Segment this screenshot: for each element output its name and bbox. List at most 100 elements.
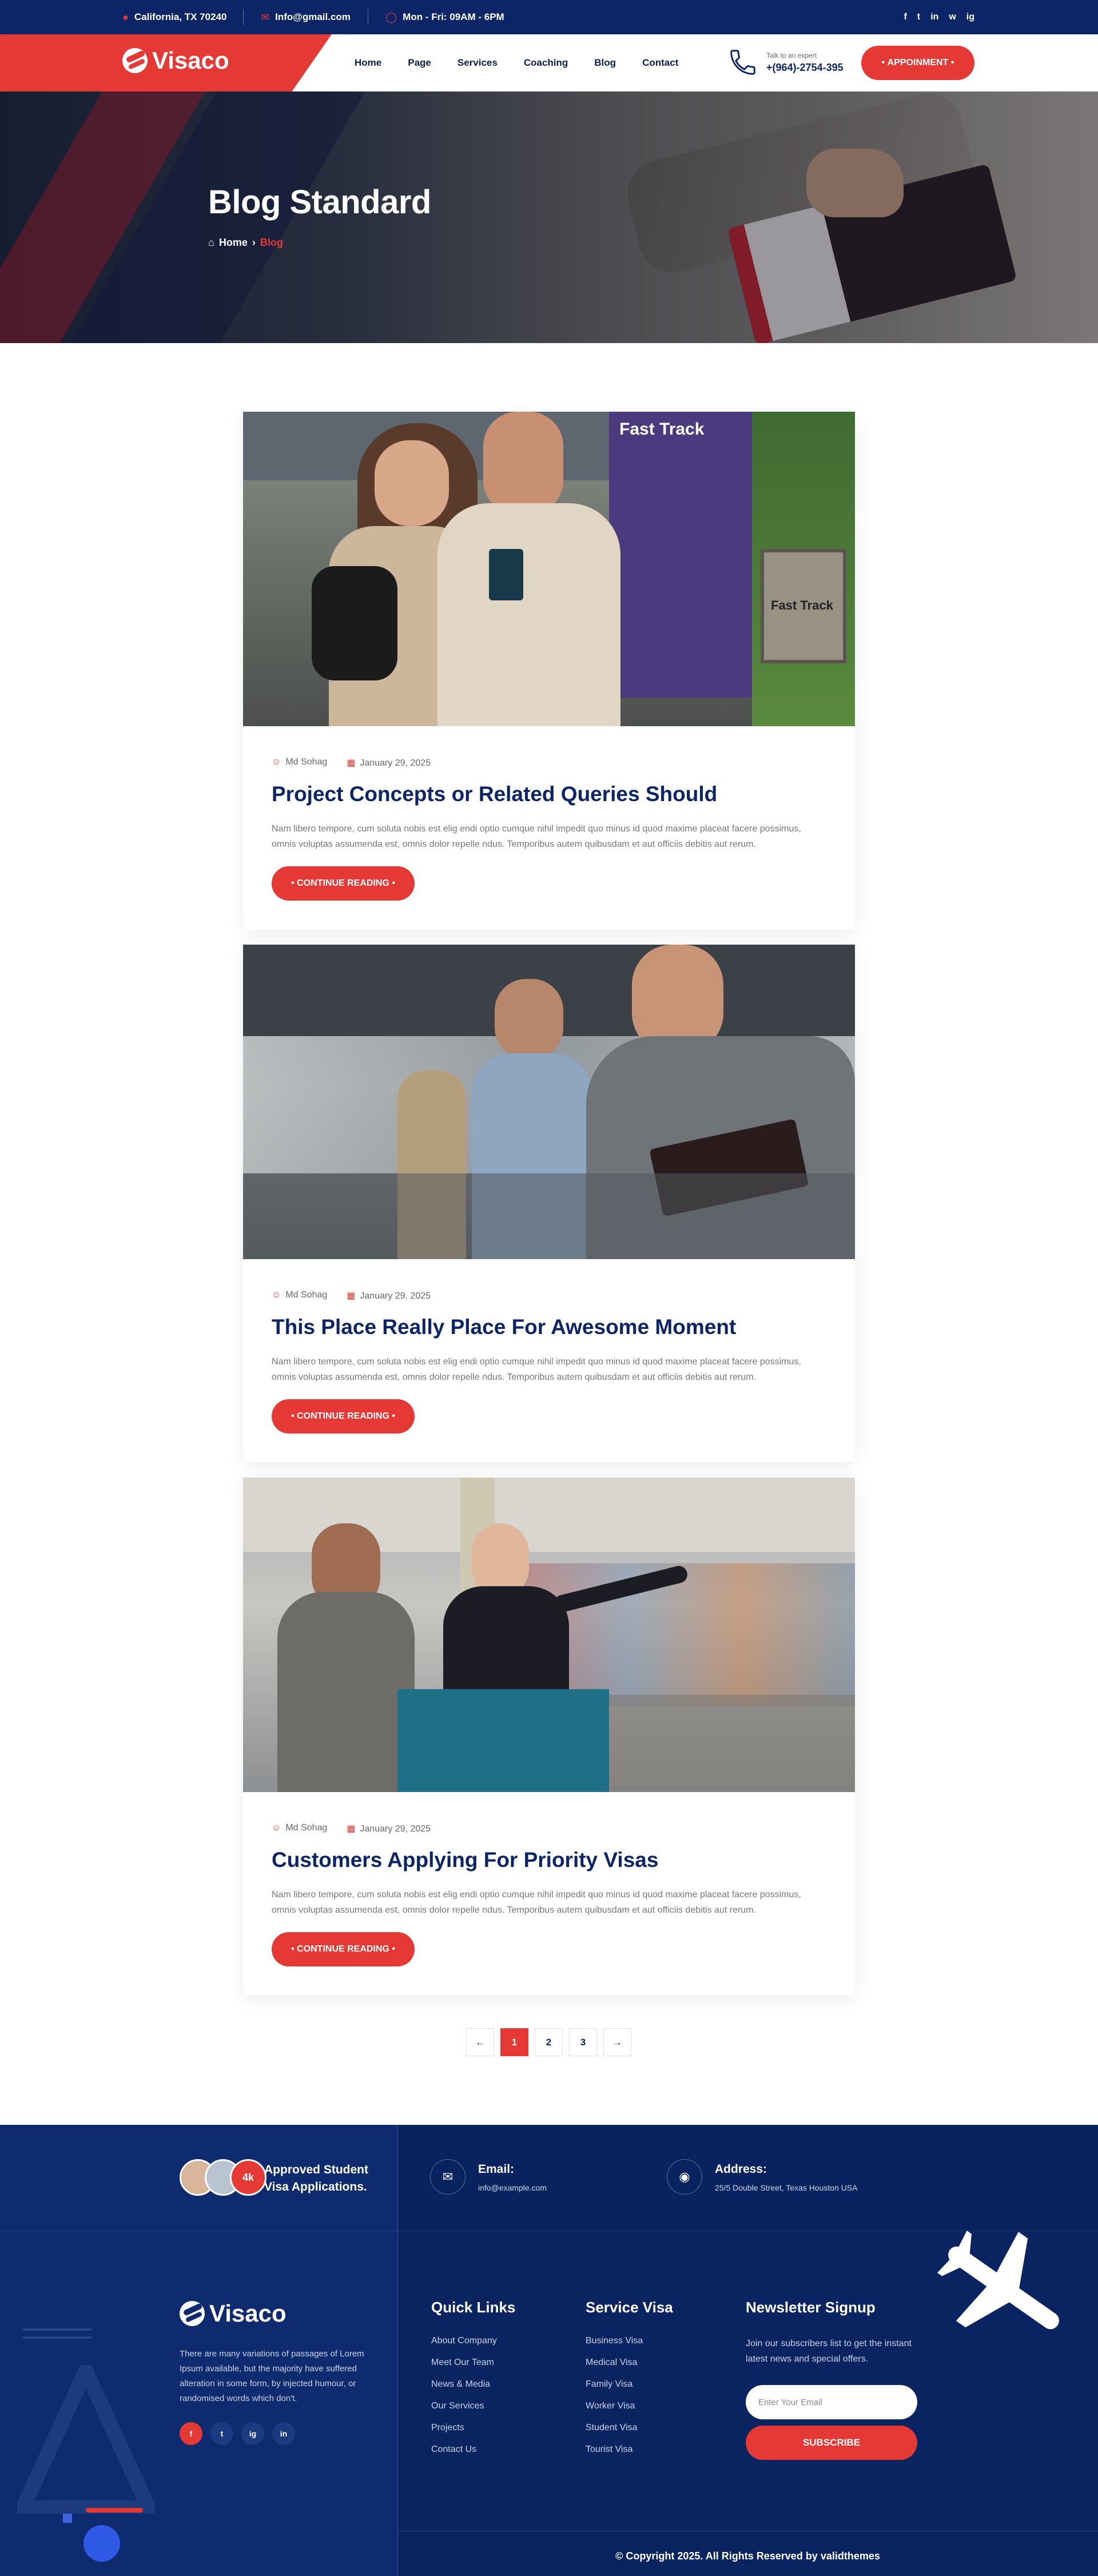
page-button-2[interactable]: 2 xyxy=(535,2028,563,2056)
instagram-icon[interactable]: ig xyxy=(966,12,974,22)
post-author[interactable]: ☺ Md Sohag xyxy=(272,1290,327,1301)
post-title[interactable]: This Place Really Place For Awesome Mome… xyxy=(272,1315,736,1339)
post-title[interactable]: Project Concepts or Related Queries Shou… xyxy=(272,782,717,806)
map-pin-icon: ◉ xyxy=(667,2159,702,2195)
envelope-icon: ✉ xyxy=(261,11,270,23)
service-link[interactable]: Family Visa xyxy=(586,2379,673,2401)
logo-text: Visaco xyxy=(152,47,229,74)
calendar-icon: ▦ xyxy=(347,758,356,768)
facebook-icon[interactable]: f xyxy=(904,12,906,22)
quick-link[interactable]: Projects xyxy=(431,2423,515,2444)
bullet-icon: • xyxy=(948,58,954,67)
quick-link[interactable]: About Company xyxy=(431,2336,515,2358)
bullet-icon: • xyxy=(389,878,395,888)
address-label: Address: xyxy=(715,2163,767,2176)
service-link[interactable]: Student Visa xyxy=(586,2423,673,2444)
hours-info: ◯ Mon - Fri: 09AM - 6PM xyxy=(385,0,504,34)
footer-about: There are many variations of passages of… xyxy=(180,2349,364,2403)
quick-links: Quick Links About Company Meet Our Team … xyxy=(431,2299,515,2466)
chevron-right-icon: › xyxy=(252,237,256,248)
site-logo[interactable]: Visaco xyxy=(122,47,229,74)
whatsapp-icon[interactable]: w xyxy=(949,12,956,22)
breadcrumb-home[interactable]: Home xyxy=(219,237,248,249)
post-image[interactable]: Fast Track Fast Track xyxy=(243,412,855,726)
post-image[interactable] xyxy=(243,1478,855,1792)
students-count: 4k xyxy=(230,2159,266,2196)
footer-logo[interactable]: Visaco xyxy=(180,2300,287,2327)
next-page-button[interactable]: → xyxy=(603,2028,631,2056)
nav-item-services[interactable]: Services xyxy=(458,57,498,69)
linkedin-icon[interactable]: in xyxy=(272,2422,295,2445)
blog-post-card: ☺ Md Sohag ▦ January 29, 2025 Customers Ap… xyxy=(243,1478,855,1995)
instagram-icon[interactable]: ig xyxy=(241,2422,264,2445)
logo-icon xyxy=(180,2301,205,2326)
post-author[interactable]: ☺ Md Sohag xyxy=(272,757,327,769)
footer-logo-text: Visaco xyxy=(209,2300,287,2327)
deco-circle xyxy=(83,2525,120,2562)
nav-item-blog[interactable]: Blog xyxy=(594,57,616,69)
newsletter: Newsletter Signup Join our subscribers l… xyxy=(746,2299,923,2367)
appointment-label: APPOINMENT xyxy=(887,58,949,67)
agent-jacket-shape xyxy=(443,1586,569,1701)
divider xyxy=(397,2125,398,2576)
quick-link[interactable]: Contact Us xyxy=(431,2444,515,2466)
page-banner: Blog Standard ⌂ Home › Blog xyxy=(0,91,1098,343)
quick-link[interactable]: Meet Our Team xyxy=(431,2358,515,2379)
nav-item-page[interactable]: Page xyxy=(408,57,431,69)
page-button-1[interactable]: 1 xyxy=(500,2028,528,2056)
expert-label: Talk to an expert xyxy=(766,51,817,59)
expert-contact[interactable]: Talk to an expert +(964)-2754-395 xyxy=(727,47,844,78)
pagination: ← 1 2 3 → xyxy=(466,2028,631,2056)
newsletter-email-input[interactable]: Enter Your Email xyxy=(746,2385,917,2419)
linkedin-icon[interactable]: in xyxy=(930,12,938,22)
airplane-icon xyxy=(937,2231,1059,2330)
deco-bar xyxy=(86,2508,143,2513)
map-pin-icon: ● xyxy=(122,11,129,23)
footer-address: ◉ Address: 25/5 Double Street, Texas Hou… xyxy=(667,2159,858,2195)
page-button-3[interactable]: 3 xyxy=(569,2028,597,2056)
service-link[interactable]: Medical Visa xyxy=(586,2358,673,2379)
subscribe-button[interactable]: SUBSCRIBE xyxy=(746,2426,917,2460)
location-info: ● California, TX 70240 xyxy=(122,0,226,34)
post-excerpt: Nam libero tempore, cum soluta nobis est… xyxy=(272,1357,801,1382)
post-title[interactable]: Customers Applying For Priority Visas xyxy=(272,1848,658,1872)
nav-item-coaching[interactable]: Coaching xyxy=(524,57,568,69)
blog-post-card: Fast Track Fast Track ☺ Md Sohag ▦ January… xyxy=(243,412,855,929)
continue-reading-button[interactable]: • CONTINUE READING • xyxy=(272,866,415,901)
continue-reading-button[interactable]: • CONTINUE READING • xyxy=(272,1399,415,1434)
twitter-icon[interactable]: t xyxy=(210,2422,233,2445)
nav-item-home[interactable]: Home xyxy=(355,57,381,69)
counter-glass-shape xyxy=(243,1173,855,1259)
bullet-icon: • xyxy=(881,58,888,67)
sign-stand-text: Fast Track xyxy=(771,598,833,612)
post-date: ▦ January 29, 2025 xyxy=(347,758,431,768)
deco-line xyxy=(23,2328,92,2331)
address-value: 25/5 Double Street, Texas Houston USA xyxy=(715,2183,858,2192)
quick-links-title: Quick Links xyxy=(431,2299,516,2316)
twitter-icon[interactable]: t xyxy=(917,12,920,22)
service-link[interactable]: Business Visa xyxy=(586,2336,673,2358)
appointment-button[interactable]: • APPOINMENT • xyxy=(861,46,974,80)
email-value[interactable]: info@example.com xyxy=(478,2183,547,2192)
location-text: California, TX 70240 xyxy=(134,11,227,22)
post-image[interactable] xyxy=(243,945,855,1259)
nav-item-contact[interactable]: Contact xyxy=(642,57,678,69)
continue-reading-button[interactable]: • CONTINUE READING • xyxy=(272,1932,415,1966)
service-link[interactable]: Worker Visa xyxy=(586,2401,673,2423)
home-icon: ⌂ xyxy=(208,237,214,248)
email-text[interactable]: Info@gmail.com xyxy=(275,11,351,23)
email-info[interactable]: ✉ Info@gmail.com xyxy=(261,0,351,34)
quick-link[interactable]: News & Media xyxy=(431,2379,515,2401)
facebook-icon[interactable]: f xyxy=(180,2422,202,2445)
quick-link[interactable]: Our Services xyxy=(431,2401,515,2423)
post-author[interactable]: ☺ Md Sohag xyxy=(272,1823,327,1834)
divider xyxy=(243,9,244,25)
expert-phone[interactable]: +(964)-2754-395 xyxy=(766,62,844,74)
service-link[interactable]: Tourist Visa xyxy=(586,2444,673,2466)
banner-overlay xyxy=(0,91,1098,343)
user-icon: ☺ xyxy=(272,1290,281,1300)
prev-page-button[interactable]: ← xyxy=(466,2028,494,2056)
calendar-icon: ▦ xyxy=(347,1291,356,1301)
site-header: Visaco Home Page Services Coaching Blog … xyxy=(0,34,1098,91)
service-visa-links: Service Visa Business Visa Medical Visa … xyxy=(586,2299,673,2466)
